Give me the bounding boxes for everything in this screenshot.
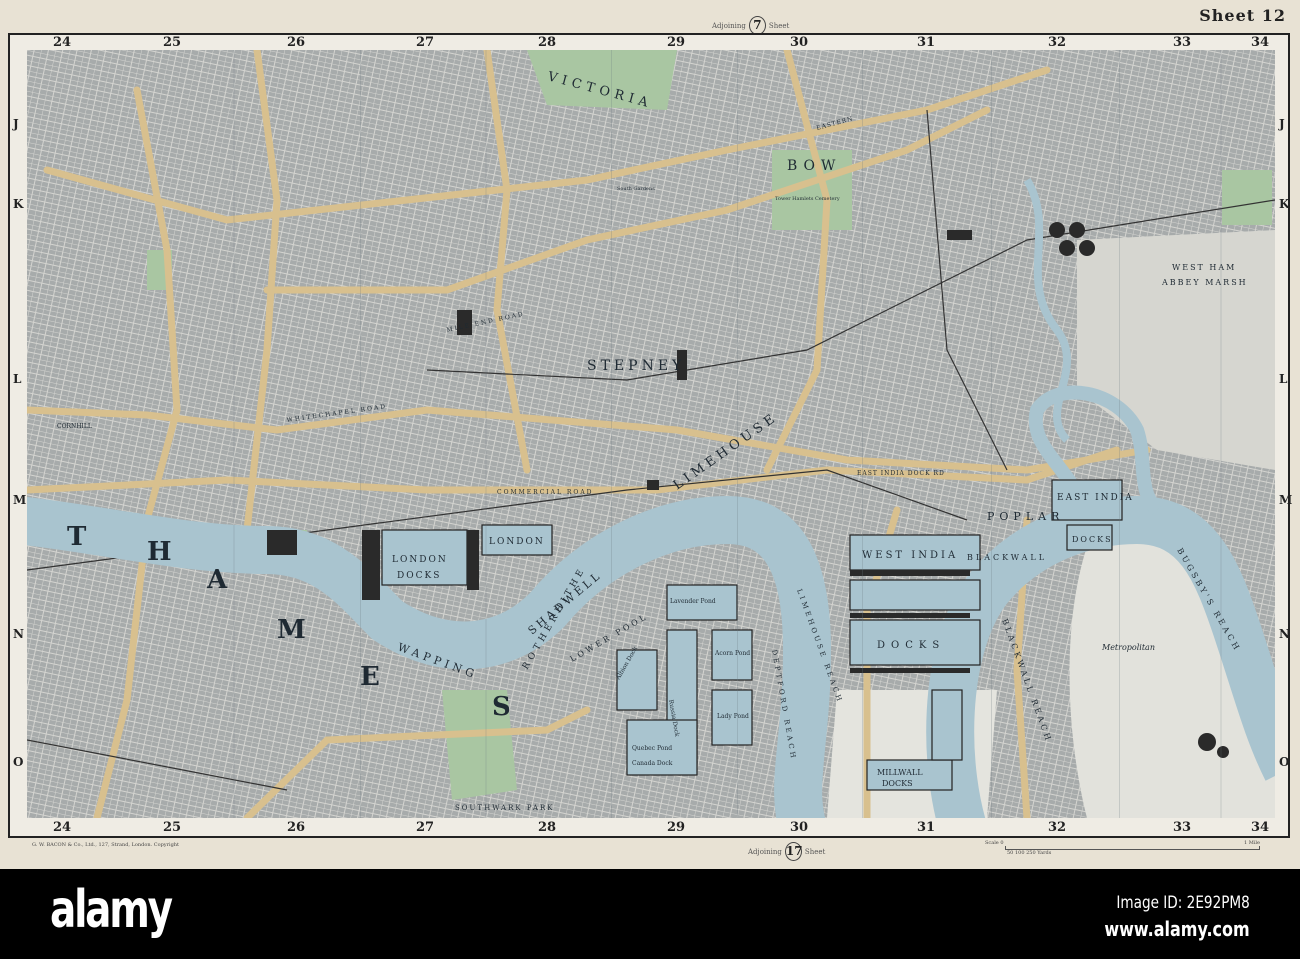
grid-row-label: O: [1279, 755, 1290, 769]
grid-column-label: 34: [1250, 820, 1270, 835]
svg-text:M: M: [277, 615, 306, 645]
svg-text:COMMERCIAL ROAD: COMMERCIAL ROAD: [497, 489, 593, 496]
grid-column-label: 29: [666, 35, 686, 50]
svg-text:Canada Dock: Canada Dock: [632, 760, 673, 767]
grid-row-label: J: [13, 117, 19, 131]
grid-column-label: 34: [1250, 35, 1270, 50]
adjoining-suffix: Sheet: [804, 847, 826, 856]
svg-text:MILLWALL: MILLWALL: [877, 768, 923, 777]
grid-row-label: M: [1279, 493, 1293, 507]
svg-text:DOCKS: DOCKS: [1072, 535, 1113, 544]
svg-text:DOCKS: DOCKS: [877, 640, 945, 651]
svg-text:SOUTHWARK PARK: SOUTHWARK PARK: [455, 804, 554, 812]
svg-text:LONDON: LONDON: [392, 555, 448, 565]
svg-text:S: S: [492, 692, 511, 722]
grid-row-label: N: [13, 627, 24, 641]
street-map[interactable]: T H A M E S LONDON DOCKS LONDON WAPPING …: [27, 50, 1275, 818]
svg-text:POPLAR: POPLAR: [987, 510, 1064, 523]
grid-column-label: 30: [789, 35, 809, 50]
adjoining-number: 17: [784, 842, 803, 861]
scale-end-label: 1 Mile: [1243, 840, 1260, 846]
svg-text:Acorn Pond: Acorn Pond: [714, 650, 750, 657]
svg-text:Lavender Pond: Lavender Pond: [670, 598, 716, 605]
grid-column-label: 32: [1047, 35, 1067, 50]
svg-text:Lady Pond: Lady Pond: [717, 713, 749, 720]
adjoining-prefix: Adjoining: [748, 847, 782, 856]
svg-text:DOCKS: DOCKS: [882, 779, 913, 788]
svg-text:ABBEY MARSH: ABBEY MARSH: [1161, 278, 1248, 287]
label-thames-t: T: [67, 522, 87, 552]
scale-yards: 50 100 250 Yards: [1007, 850, 1052, 856]
watermark-banner: [0, 869, 1300, 959]
grid-column-label: 31: [916, 820, 936, 835]
grid-row-label: K: [13, 197, 24, 211]
grid-row-label: J: [1279, 117, 1285, 131]
grid-column-label: 25: [162, 820, 182, 835]
grid-column-label: 31: [916, 35, 936, 50]
east-london-cemetery: [1222, 170, 1272, 225]
svg-text:Metropolitan: Metropolitan: [1101, 643, 1155, 652]
albion-dock: [616, 649, 658, 711]
grid-column-label: 27: [415, 35, 435, 50]
svg-text:WEST INDIA: WEST INDIA: [862, 550, 958, 561]
svg-text:E: E: [360, 662, 380, 692]
grid-row-label: N: [1279, 627, 1290, 641]
image-id: Image ID: 2E92PM8: [1116, 893, 1250, 913]
svg-text:South Gardens: South Gardens: [617, 186, 655, 192]
sheet-title: Sheet 12: [1199, 6, 1286, 25]
grid-row-label: K: [1279, 197, 1290, 211]
grid-column-label: 26: [286, 35, 306, 50]
svg-text:Quebec Pond: Quebec Pond: [632, 745, 672, 752]
grid-column-label: 30: [789, 820, 809, 835]
svg-text:A: A: [206, 565, 228, 595]
grid-row-label: L: [13, 372, 22, 386]
svg-text:EAST INDIA DOCK RD: EAST INDIA DOCK RD: [857, 470, 945, 477]
svg-text:Tower Hamlets Cemetery: Tower Hamlets Cemetery: [775, 196, 840, 202]
grid-column-label: 28: [537, 820, 557, 835]
grid-column-label: 32: [1047, 820, 1067, 835]
svg-text:BOW: BOW: [787, 158, 841, 174]
scale-bar: Scale 0 1 Mile 50 100 250 Yards: [985, 840, 1260, 856]
grid-row-label: M: [13, 493, 27, 507]
alamy-logo: alamy: [50, 880, 173, 940]
grid-column-label: 28: [537, 35, 557, 50]
grid-row-label: L: [1279, 372, 1288, 386]
adjoining-sheet-bottom: Adjoining 17 Sheet: [748, 842, 825, 861]
svg-text:WEST HAM: WEST HAM: [1172, 263, 1236, 272]
grid-row-label: O: [13, 755, 24, 769]
adjoining-suffix: Sheet: [768, 21, 790, 30]
label-thames-h: H: [147, 537, 172, 567]
grid-column-label: 26: [286, 820, 306, 835]
grid-column-label: 29: [666, 820, 686, 835]
grid-column-label: 33: [1172, 35, 1192, 50]
publisher-imprint: G. W. BACON & Co., Ltd., 127, Strand, Lo…: [32, 842, 180, 848]
svg-text:LONDON: LONDON: [489, 537, 545, 547]
svg-text:BLACKWALL: BLACKWALL: [967, 553, 1047, 562]
svg-text:STEPNEY: STEPNEY: [587, 358, 685, 374]
svg-text:EAST INDIA: EAST INDIA: [1057, 493, 1134, 503]
scale-start-label: Scale 0: [985, 840, 1004, 846]
svg-text:CORNHILL: CORNHILL: [57, 423, 92, 430]
grid-column-label: 25: [162, 35, 182, 50]
alamy-url: www.alamy.com: [1104, 917, 1250, 941]
grid-column-label: 24: [52, 820, 72, 835]
grid-column-label: 33: [1172, 820, 1192, 835]
svg-text:DOCKS: DOCKS: [397, 571, 441, 581]
adjoining-prefix: Adjoining: [712, 21, 746, 30]
grid-column-label: 27: [415, 820, 435, 835]
grid-column-label: 24: [52, 35, 72, 50]
